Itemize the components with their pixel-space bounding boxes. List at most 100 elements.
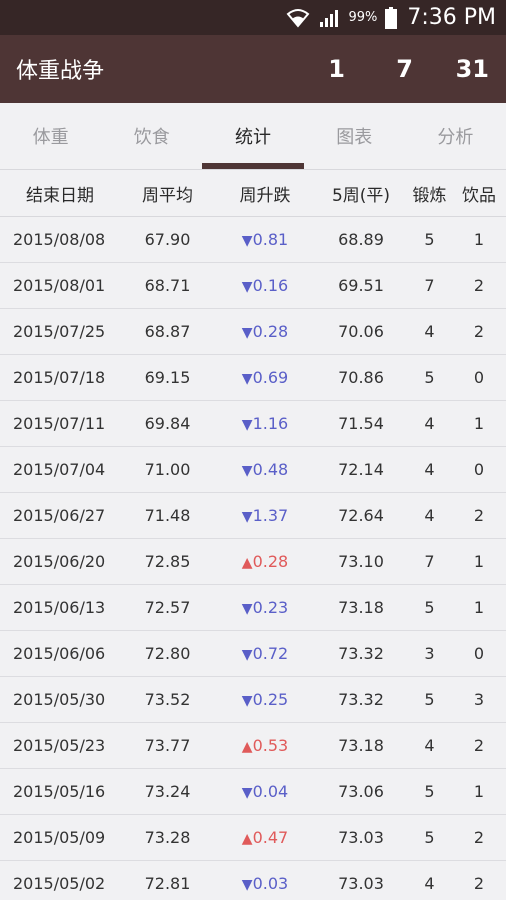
cell-end-date: 2015/05/02 <box>0 860 120 900</box>
cell-5-week-avg: 72.14 <box>315 446 407 493</box>
cell-drinks: 2 <box>452 860 506 900</box>
cell-5-week-avg: 70.86 <box>315 354 407 401</box>
header-end-date[interactable]: 结束日期 <box>0 170 120 217</box>
tab-diet[interactable]: 饮食 <box>101 103 202 169</box>
cell-weekly-avg: 71.48 <box>120 492 215 539</box>
cell-drinks: 2 <box>452 814 506 861</box>
weekly-change-value: 1.37 <box>252 506 289 525</box>
cell-weekly-avg: 72.80 <box>120 630 215 677</box>
table-row[interactable]: 2015/06/20 72.85 ▲0.28 73.10 7 1 <box>0 538 506 585</box>
triangle-up-icon: ▲ <box>241 831 253 847</box>
cell-weekly-avg: 72.85 <box>120 538 215 585</box>
header-drinks[interactable]: 饮品 <box>452 170 506 217</box>
tab-bar: 体重 饮食 统计 图表 分析 <box>0 103 506 170</box>
triangle-down-icon: ▼ <box>241 371 253 387</box>
cell-weekly-avg: 73.28 <box>120 814 215 861</box>
cell-5-week-avg: 73.32 <box>315 630 407 677</box>
table-row[interactable]: 2015/07/25 68.87 ▼0.28 70.06 4 2 <box>0 308 506 355</box>
cell-5-week-avg: 73.18 <box>315 584 407 631</box>
cell-exercise: 4 <box>407 308 452 355</box>
cell-weekly-change: ▼0.69 <box>215 354 315 401</box>
cell-end-date: 2015/05/16 <box>0 768 120 815</box>
cell-end-date: 2015/06/06 <box>0 630 120 677</box>
weekly-change-value: 0.47 <box>252 828 289 847</box>
wifi-icon <box>286 8 310 28</box>
stat-3: 31 <box>455 55 489 83</box>
cell-5-week-avg: 70.06 <box>315 308 407 355</box>
table-row[interactable]: 2015/07/11 69.84 ▼1.16 71.54 4 1 <box>0 400 506 447</box>
cell-5-week-avg: 68.89 <box>315 216 407 263</box>
table-row[interactable]: 2015/05/30 73.52 ▼0.25 73.32 5 3 <box>0 676 506 723</box>
cell-5-week-avg: 73.10 <box>315 538 407 585</box>
table-row[interactable]: 2015/06/27 71.48 ▼1.37 72.64 4 2 <box>0 492 506 539</box>
cell-5-week-avg: 73.03 <box>315 860 407 900</box>
table-row[interactable]: 2015/07/18 69.15 ▼0.69 70.86 5 0 <box>0 354 506 401</box>
header-exercise[interactable]: 锻炼 <box>407 170 452 217</box>
cell-drinks: 2 <box>452 262 506 309</box>
header-weekly-change[interactable]: 周升跌 <box>215 170 315 217</box>
battery-icon <box>385 6 398 29</box>
cell-weekly-change: ▼0.23 <box>215 584 315 631</box>
tab-analysis[interactable]: 分析 <box>405 103 506 169</box>
cell-exercise: 5 <box>407 814 452 861</box>
table-row[interactable]: 2015/06/13 72.57 ▼0.23 73.18 5 1 <box>0 584 506 631</box>
weekly-change-value: 0.28 <box>252 552 289 571</box>
triangle-down-icon: ▼ <box>241 463 253 479</box>
stat-2: 7 <box>396 55 413 83</box>
cell-exercise: 5 <box>407 216 452 263</box>
triangle-down-icon: ▼ <box>241 601 253 617</box>
cell-end-date: 2015/06/13 <box>0 584 120 631</box>
table-row[interactable]: 2015/07/04 71.00 ▼0.48 72.14 4 0 <box>0 446 506 493</box>
cell-5-week-avg: 73.06 <box>315 768 407 815</box>
stat-1: 1 <box>328 55 345 83</box>
battery-percent: 99% <box>348 10 378 25</box>
weekly-change-value: 1.16 <box>252 414 289 433</box>
table-row[interactable]: 2015/08/08 67.90 ▼0.81 68.89 5 1 <box>0 216 506 263</box>
triangle-down-icon: ▼ <box>241 233 253 249</box>
table-row[interactable]: 2015/05/23 73.77 ▲0.53 73.18 4 2 <box>0 722 506 769</box>
cell-drinks: 0 <box>452 354 506 401</box>
cell-weekly-change: ▲0.47 <box>215 814 315 861</box>
cell-5-week-avg: 71.54 <box>315 400 407 447</box>
cell-weekly-change: ▼0.04 <box>215 768 315 815</box>
table-row[interactable]: 2015/05/16 73.24 ▼0.04 73.06 5 1 <box>0 768 506 815</box>
weekly-change-value: 0.25 <box>252 690 289 709</box>
table-row[interactable]: 2015/06/06 72.80 ▼0.72 73.32 3 0 <box>0 630 506 677</box>
weekly-change-value: 0.28 <box>252 322 289 341</box>
cell-exercise: 7 <box>407 262 452 309</box>
triangle-down-icon: ▼ <box>241 693 253 709</box>
cell-weekly-change: ▼0.72 <box>215 630 315 677</box>
cell-weekly-avg: 73.24 <box>120 768 215 815</box>
signal-icon <box>318 8 342 28</box>
cell-weekly-avg: 72.57 <box>120 584 215 631</box>
cell-exercise: 3 <box>407 630 452 677</box>
cell-end-date: 2015/06/20 <box>0 538 120 585</box>
app-bar: 体重战争 1 7 31 <box>0 35 506 103</box>
header-weekly-avg[interactable]: 周平均 <box>120 170 215 217</box>
cell-exercise: 5 <box>407 768 452 815</box>
tab-weight[interactable]: 体重 <box>0 103 101 169</box>
cell-drinks: 1 <box>452 584 506 631</box>
cell-drinks: 1 <box>452 400 506 447</box>
cell-exercise: 7 <box>407 538 452 585</box>
triangle-down-icon: ▼ <box>241 279 253 295</box>
weekly-change-value: 0.03 <box>252 874 289 893</box>
tab-stats[interactable]: 统计 <box>202 103 304 169</box>
cell-drinks: 1 <box>452 768 506 815</box>
cell-drinks: 1 <box>452 538 506 585</box>
cell-drinks: 2 <box>452 492 506 539</box>
cell-weekly-change: ▲0.53 <box>215 722 315 769</box>
cell-weekly-change: ▼0.25 <box>215 676 315 723</box>
tab-charts[interactable]: 图表 <box>304 103 405 169</box>
table-row[interactable]: 2015/05/02 72.81 ▼0.03 73.03 4 2 <box>0 860 506 900</box>
cell-exercise: 4 <box>407 722 452 769</box>
cell-weekly-change: ▼1.37 <box>215 492 315 539</box>
cell-end-date: 2015/06/27 <box>0 492 120 539</box>
stats-table: 结束日期 周平均 周升跌 5周(平) 锻炼 饮品 2015/08/08 67.90… <box>0 170 506 900</box>
table-row[interactable]: 2015/08/01 68.71 ▼0.16 69.51 7 2 <box>0 262 506 309</box>
table-row[interactable]: 2015/05/09 73.28 ▲0.47 73.03 5 2 <box>0 814 506 861</box>
cell-exercise: 5 <box>407 354 452 401</box>
app-title: 体重战争 <box>16 59 105 84</box>
header-5-week-avg[interactable]: 5周(平) <box>315 170 407 217</box>
weekly-change-value: 0.23 <box>252 598 289 617</box>
